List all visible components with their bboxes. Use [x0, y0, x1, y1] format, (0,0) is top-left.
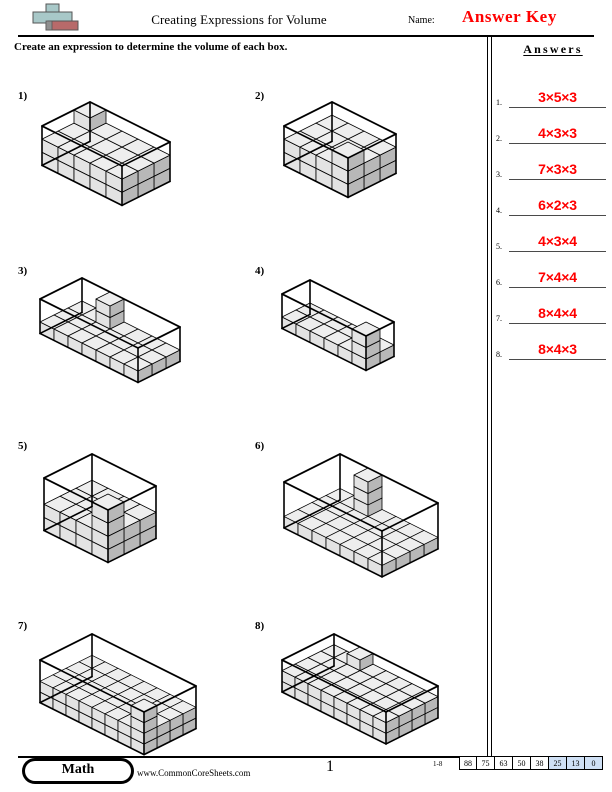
scale-range-label: 1-8	[433, 760, 443, 768]
grading-scale: 88 75 63 50 38 25 13 0	[459, 756, 603, 771]
answer-number: 5.	[496, 242, 502, 251]
answer-row: 6. 7×4×4	[496, 252, 608, 288]
answer-value: 8×4×3	[538, 341, 577, 357]
scale-box: 13	[567, 756, 585, 770]
volume-box-figure	[282, 452, 440, 579]
answer-number: 3.	[496, 170, 502, 179]
volume-box-figure	[280, 278, 396, 372]
answer-number: 4.	[496, 206, 502, 215]
math-badge-label: Math	[61, 762, 95, 777]
answer-value: 4×3×4	[538, 233, 577, 249]
answer-number: 2.	[496, 134, 502, 143]
volume-box-figure	[42, 452, 158, 564]
scale-box: 38	[531, 756, 549, 770]
scale-box: 88	[459, 756, 477, 770]
answer-row: 2. 4×3×3	[496, 108, 608, 144]
problem-number: 5)	[18, 440, 28, 452]
answer-key-stamp: Answer Key	[462, 7, 557, 26]
problem-number: 7)	[18, 620, 28, 632]
problem-number: 4)	[255, 265, 265, 277]
name-label: Name:	[408, 15, 435, 26]
answer-row: 3. 7×3×3	[496, 144, 608, 180]
answer-row: 4. 6×2×3	[496, 180, 608, 216]
volume-box-figure	[280, 632, 440, 746]
scale-box: 0	[585, 756, 603, 770]
answer-value: 4×3×3	[538, 125, 577, 141]
answer-value: 7×3×3	[538, 161, 577, 177]
problem-number: 3)	[18, 265, 28, 277]
answer-row: 5. 4×3×4	[496, 216, 608, 252]
page-title: Creating Expressions for Volume	[151, 12, 327, 27]
problem-number: 2)	[255, 90, 265, 102]
answer-row: 1. 3×5×3	[496, 72, 608, 108]
volume-box-figure	[38, 276, 182, 384]
instruction-text: Create an expression to determine the vo…	[14, 41, 288, 53]
answer-column-divider-inner	[491, 36, 492, 758]
answer-line	[509, 359, 606, 360]
page-number: 1	[326, 758, 334, 775]
problem-number: 1)	[18, 90, 28, 102]
header-divider	[18, 35, 594, 37]
page-header: Creating Expressions for Volume Name: An…	[0, 0, 612, 36]
problem-number: 8)	[255, 620, 265, 632]
answer-number: 8.	[496, 350, 502, 359]
answers-heading: Answers	[523, 42, 583, 56]
website-url: www.CommonCoreSheets.com	[137, 768, 251, 778]
answer-row: 8. 8×4×3	[496, 324, 608, 360]
answer-value: 6×2×3	[538, 197, 577, 213]
answer-row: 7. 8×4×4	[496, 288, 608, 324]
answer-number: 1.	[496, 98, 502, 107]
answer-value: 8×4×4	[538, 305, 577, 321]
volume-box-figure	[282, 100, 398, 199]
scale-box: 75	[477, 756, 495, 770]
answer-value: 3×5×3	[538, 89, 577, 105]
answer-number: 7.	[496, 314, 502, 323]
answer-value: 7×4×4	[538, 269, 577, 285]
volume-box-figure	[40, 100, 172, 207]
problem-number: 6)	[255, 440, 265, 452]
answer-column-divider-outer	[487, 36, 488, 758]
volume-box-figure	[38, 632, 198, 757]
scale-box: 63	[495, 756, 513, 770]
worksheet-page: Creating Expressions for Volume Name: An…	[0, 0, 612, 792]
answer-number: 6.	[496, 278, 502, 287]
scale-box: 25	[549, 756, 567, 770]
scale-box: 50	[513, 756, 531, 770]
